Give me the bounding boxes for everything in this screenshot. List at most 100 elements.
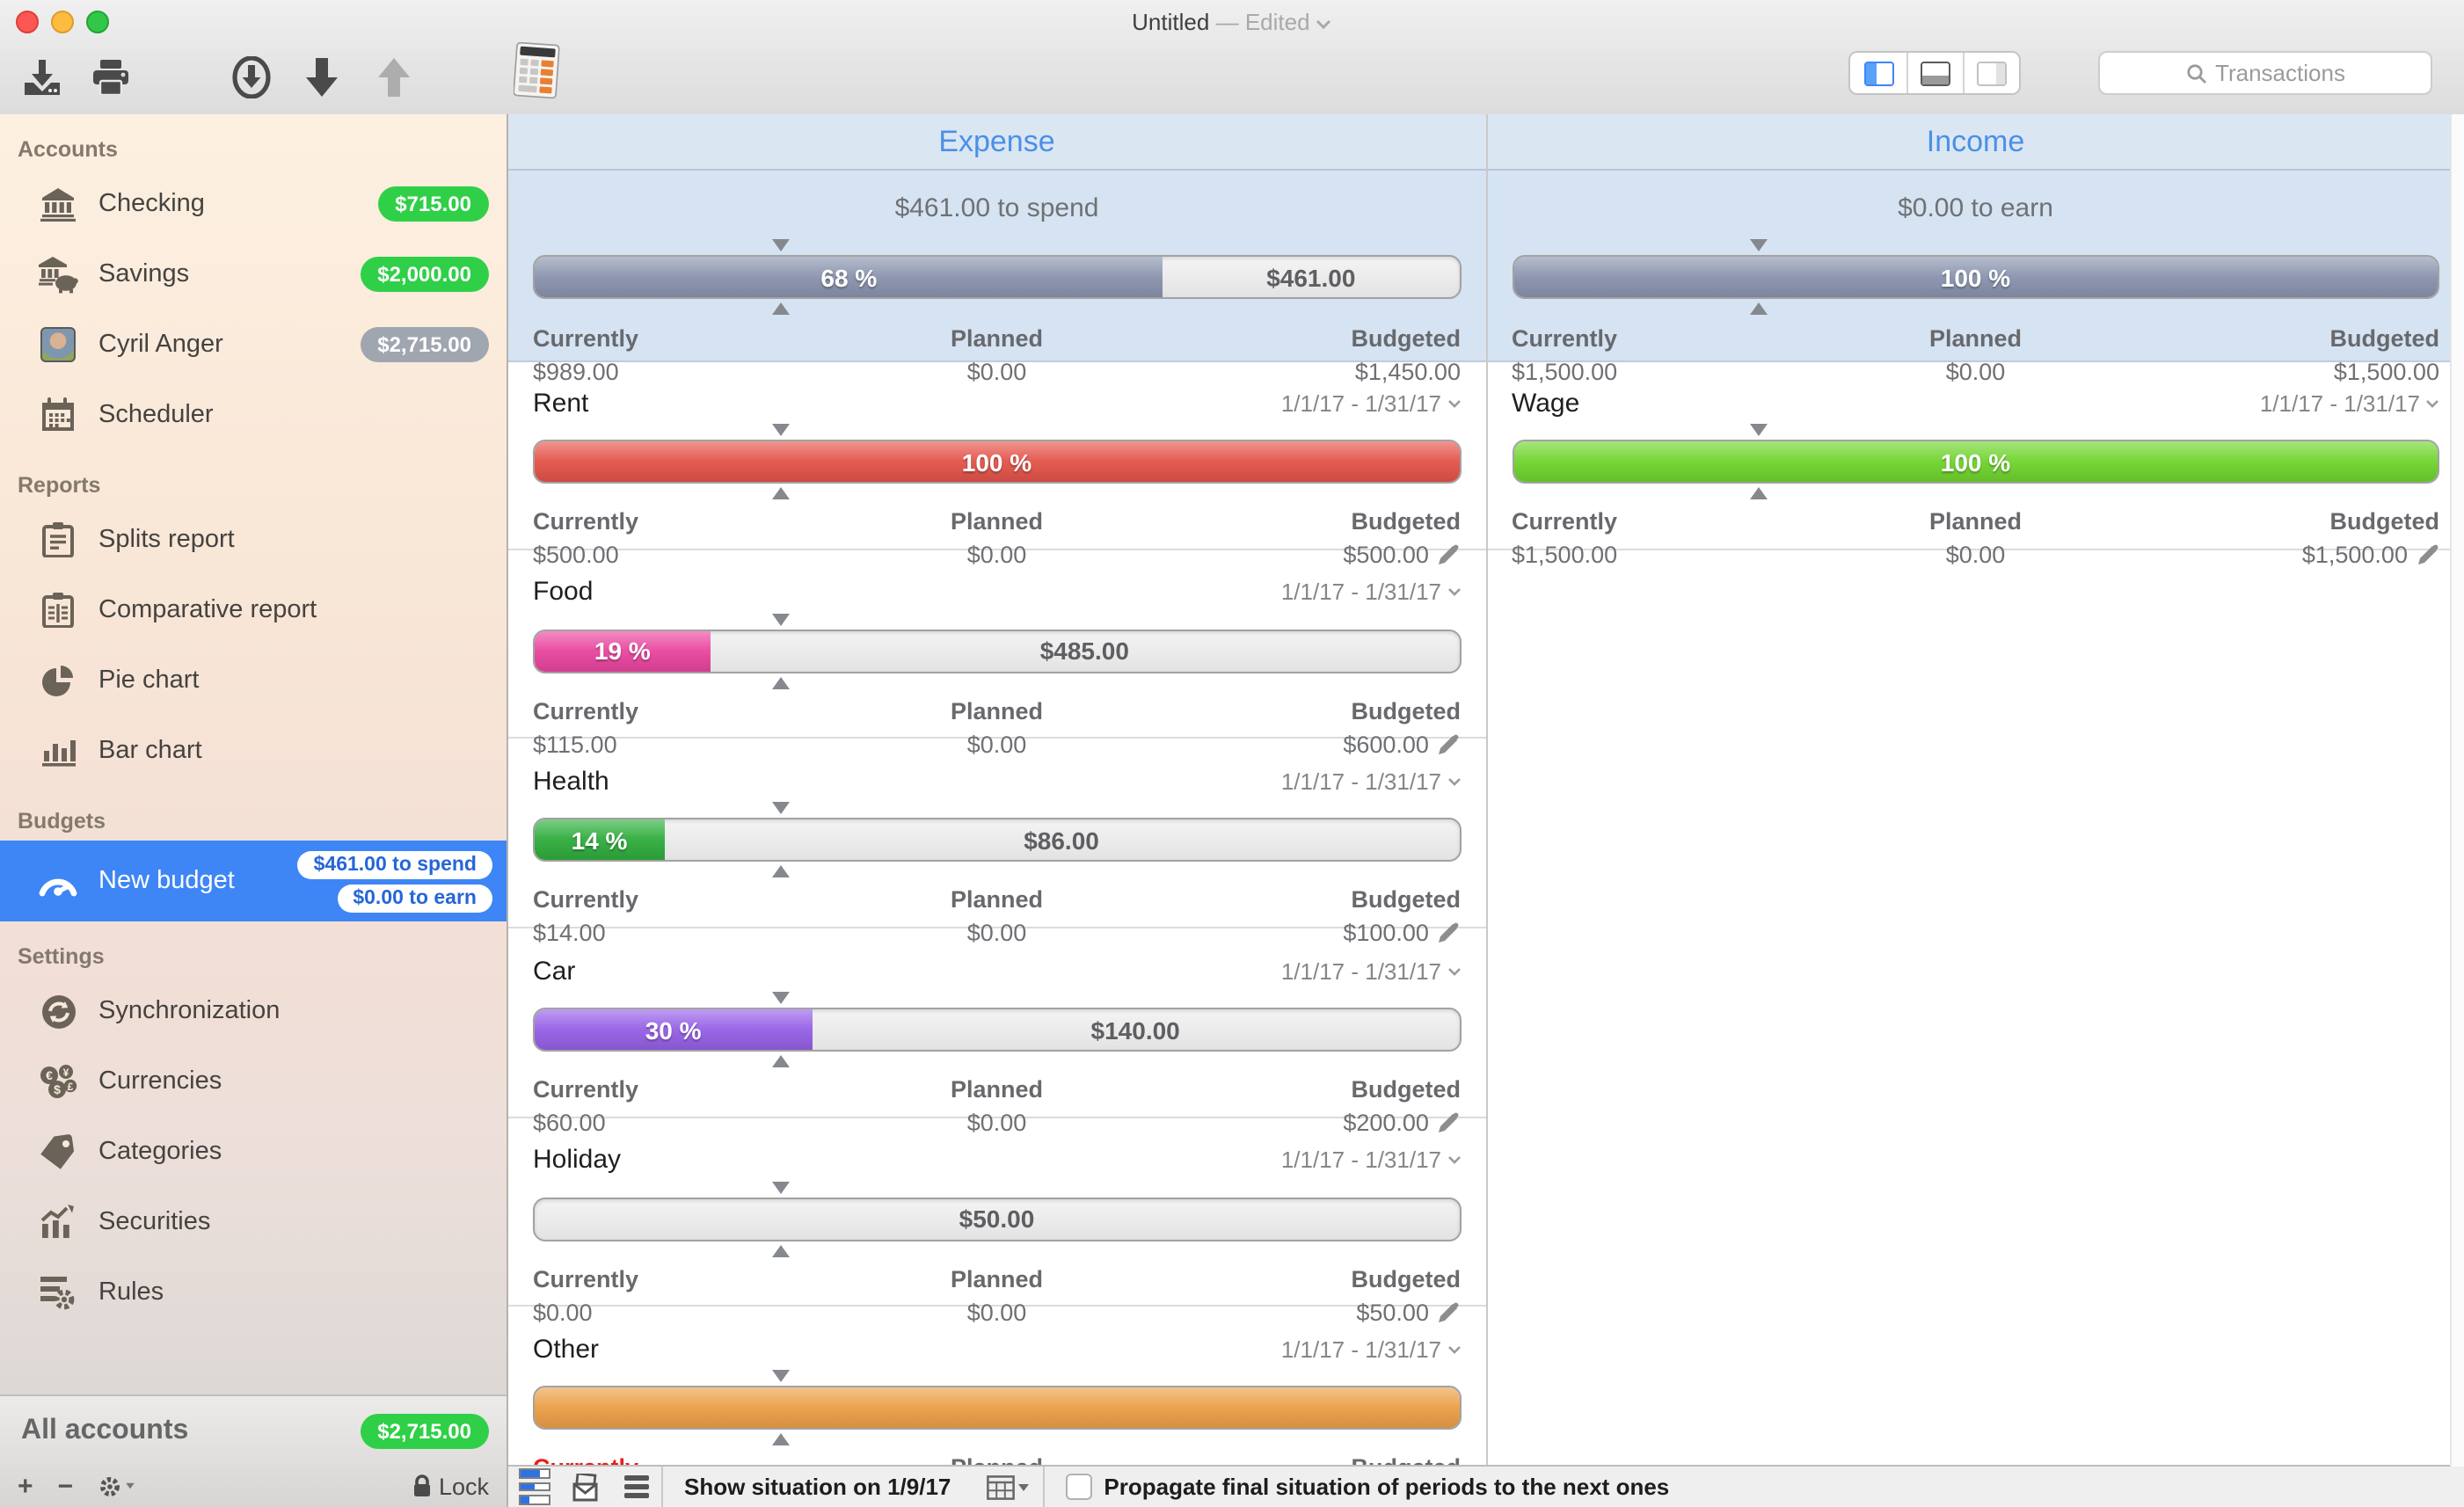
bar-marker-top[interactable] (772, 613, 790, 625)
sidebar-item-splits-report[interactable]: Splits report (0, 505, 507, 575)
svg-text:€: € (46, 1068, 53, 1082)
category-name: Car (533, 956, 1281, 986)
remove-button[interactable]: − (58, 1473, 74, 1499)
search-input[interactable]: Transactions (2098, 51, 2432, 95)
bar-marker-top[interactable] (772, 239, 790, 251)
bar-marker-bottom[interactable] (1751, 487, 1768, 499)
vertical-scrollbar[interactable] (2450, 114, 2464, 1467)
currently-value: $60.00 (533, 1110, 606, 1136)
budget-view-button[interactable] (508, 1467, 559, 1507)
bar-marker-top[interactable] (772, 424, 790, 436)
report-label: Splits report (98, 526, 489, 554)
bar-marker-bottom[interactable] (1751, 302, 1768, 315)
edit-pencil-icon[interactable] (1438, 732, 1461, 755)
import-mail-button[interactable] (559, 1467, 610, 1507)
bar-remaining-label: $50.00 (535, 1199, 1459, 1240)
edit-pencil-icon[interactable] (1438, 1111, 1461, 1134)
bar-marker-bottom[interactable] (772, 1245, 790, 1257)
bar-marker-top[interactable] (772, 803, 790, 815)
period-selector[interactable]: 1/1/17 - 1/31/17 (1281, 1147, 1461, 1174)
period-selector[interactable]: 1/1/17 - 1/31/17 (1281, 768, 1461, 795)
show-situation-label: Show situation on 1/9/17 (663, 1474, 972, 1500)
section-title-reports: Reports (18, 473, 507, 498)
category-row-rent: Rent 1/1/17 - 1/31/17 100 % (508, 360, 1485, 550)
sidebar-item-currencies[interactable]: €¥$£ Currencies (0, 1046, 507, 1117)
download-circle-button[interactable] (225, 53, 278, 102)
expense-title: Expense (508, 114, 1485, 171)
lock-button[interactable]: Lock (412, 1473, 489, 1499)
sidebar-item-pie-chart[interactable]: Pie chart (0, 645, 507, 716)
bar-marker-bottom[interactable] (772, 487, 790, 499)
search-icon (2185, 62, 2206, 84)
bar-marker-bottom[interactable] (772, 676, 790, 688)
bar-marker-bottom[interactable] (772, 866, 790, 878)
sidebar-item-securities[interactable]: Securities (0, 1187, 507, 1257)
action-gear-button[interactable] (98, 1474, 135, 1497)
rules-icon (35, 1275, 81, 1310)
sidebar-item-comparative-report[interactable]: Comparative report (0, 575, 507, 645)
edit-pencil-icon[interactable] (1438, 543, 1461, 566)
sidebar-item-savings[interactable]: Savings $2,000.00 (0, 239, 507, 309)
print-button[interactable] (84, 53, 137, 102)
svg-text:¥: ¥ (63, 1067, 69, 1079)
period-selector[interactable]: 1/1/17 - 1/31/17 (1281, 579, 1461, 605)
bar-marker-top[interactable] (772, 992, 790, 1004)
budgeted-label: Budgeted (1351, 887, 1461, 914)
envelope-icon (570, 1473, 600, 1501)
report-label: Pie chart (98, 666, 489, 695)
income-category-list: Wage 1/1/17 - 1/31/17 100 % (1487, 360, 2464, 1507)
budgeted-value: $50.00 (1356, 1300, 1429, 1326)
bar-marker-top[interactable] (1751, 424, 1768, 436)
calendar-icon (35, 397, 81, 433)
period-selector[interactable]: 1/1/17 - 1/31/17 (1281, 389, 1461, 416)
period-selector[interactable]: 1/1/17 - 1/31/17 (2260, 389, 2439, 416)
sidebar-item-scheduler[interactable]: Scheduler (0, 380, 507, 450)
period-selector[interactable]: 1/1/17 - 1/31/17 (1281, 957, 1461, 984)
propagate-checkbox[interactable] (1065, 1474, 1091, 1500)
bar-marker-top[interactable] (772, 1182, 790, 1194)
gear-icon (98, 1474, 120, 1497)
sidebar-item-synchronization[interactable]: Synchronization (0, 976, 507, 1046)
view-right-panel-toggle[interactable] (1963, 53, 2019, 93)
edit-pencil-icon[interactable] (1438, 1301, 1461, 1324)
section-title-budgets: Budgets (18, 809, 507, 834)
sidebar-item-categories[interactable]: Categories (0, 1117, 507, 1187)
bar-marker-top[interactable] (772, 1371, 790, 1383)
bar-marker-bottom[interactable] (772, 1434, 790, 1446)
chevron-down-icon (1447, 398, 1461, 407)
currently-label: Currently (533, 1076, 638, 1103)
bar-marker-top[interactable] (1751, 239, 1768, 251)
save-button[interactable] (16, 53, 69, 102)
period-selector[interactable]: 1/1/17 - 1/31/17 (1281, 1336, 1461, 1363)
settings-label: Currencies (98, 1067, 489, 1096)
budgeted-label: Budgeted (1351, 1266, 1461, 1292)
view-bottom-panel-toggle[interactable] (1906, 53, 1963, 93)
calculator-app-icon[interactable] (514, 42, 561, 100)
sidebar-item-new-budget[interactable]: New budget $461.00 to spend $0.00 to ear… (0, 841, 507, 921)
propagate-option: Propagate final situation of periods to … (1044, 1474, 1690, 1500)
category-name: Other (533, 1335, 1281, 1365)
sidebar-item-bar-chart[interactable]: Bar chart (0, 716, 507, 786)
category-name: Health (533, 767, 1281, 797)
account-label: Checking (98, 190, 360, 218)
situation-date-picker-button[interactable] (972, 1474, 1042, 1499)
sidebar-item-rules[interactable]: Rules (0, 1257, 507, 1328)
planned-value: $0.00 (967, 542, 1027, 568)
sidebar-item-cyril-anger[interactable]: Cyril Anger $2,715.00 (0, 309, 507, 380)
menu-button[interactable] (610, 1467, 661, 1507)
add-button[interactable]: + (18, 1473, 33, 1499)
export-arrow-button[interactable] (368, 53, 420, 102)
planned-value: $0.00 (967, 731, 1027, 757)
user-avatar (40, 327, 76, 362)
chevron-down-icon (1447, 1345, 1461, 1354)
edit-pencil-icon[interactable] (1438, 922, 1461, 945)
hamburger-icon (623, 1476, 648, 1498)
bar-marker-bottom[interactable] (772, 302, 790, 315)
import-arrow-button[interactable] (295, 53, 348, 102)
settings-label: Categories (98, 1138, 489, 1166)
sidebar-item-checking[interactable]: Checking $715.00 (0, 169, 507, 239)
edit-pencil-icon[interactable] (2417, 543, 2439, 566)
settings-label: Synchronization (98, 997, 489, 1025)
view-sidebar-toggle[interactable] (1850, 53, 1906, 93)
bar-marker-bottom[interactable] (772, 1055, 790, 1067)
